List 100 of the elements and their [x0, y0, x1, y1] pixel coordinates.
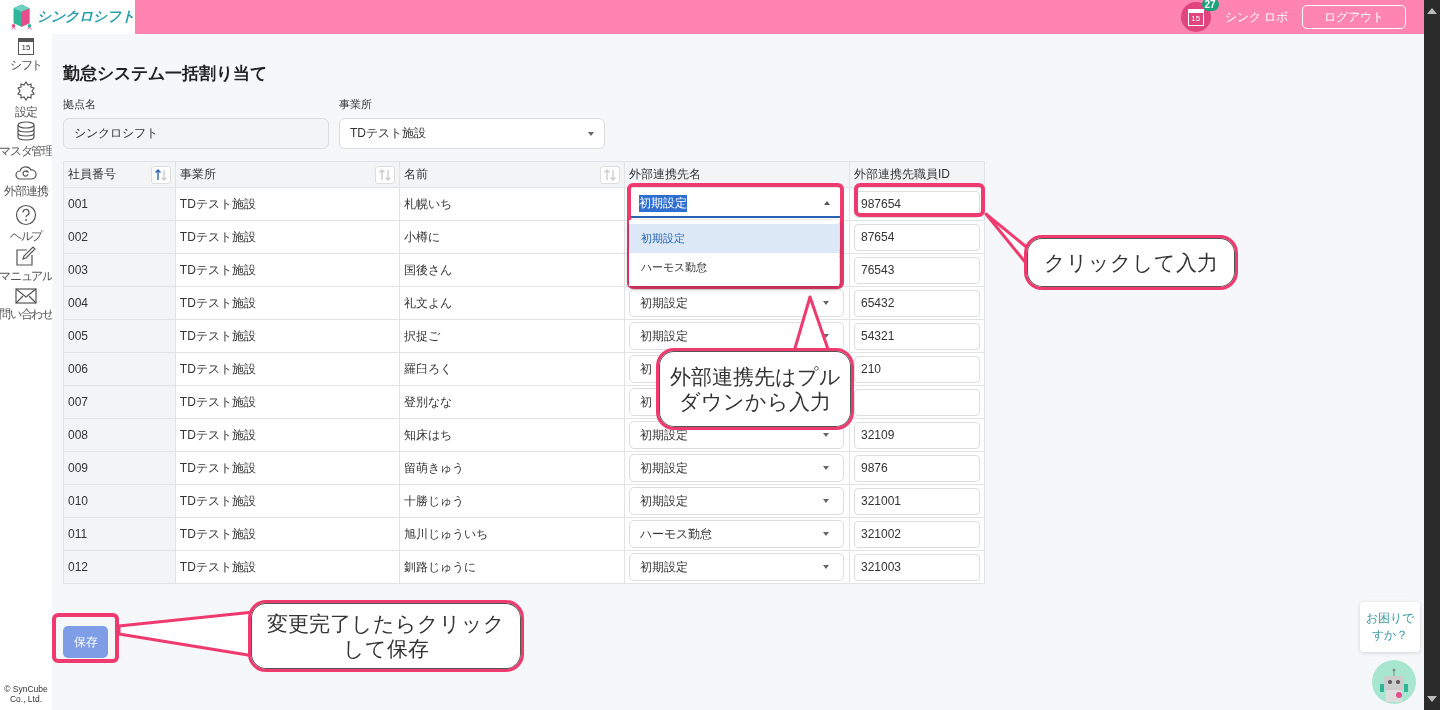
- office-select[interactable]: TDテスト施設: [339, 118, 605, 149]
- page-title: 勤怠システム一括割り当て: [63, 63, 268, 85]
- input-field[interactable]: 76543: [853, 256, 980, 284]
- table-cell: 礼文よん: [399, 286, 625, 320]
- table-cell: 007: [63, 385, 176, 419]
- table-cell: 012: [63, 550, 176, 584]
- database-icon: [16, 121, 36, 142]
- table-cell: 小樽に: [399, 220, 625, 254]
- logo-text: シンクロシフト: [37, 8, 135, 26]
- select-value: 初期設定: [640, 327, 688, 345]
- table-cell: 留萌きゅう: [399, 451, 625, 485]
- dropdown-option[interactable]: ハーモス勤怠: [629, 253, 839, 282]
- select-field[interactable]: ハーモス勤怠: [629, 520, 844, 548]
- table-cell: 001: [63, 187, 176, 221]
- highlight-frame: [52, 613, 119, 663]
- table-cell: 005: [63, 319, 176, 353]
- base-name-field[interactable]: シンクロシフト: [63, 118, 329, 149]
- table-cell: TDテスト施設: [175, 253, 400, 287]
- field-label: 拠点名: [63, 97, 97, 112]
- sort-icon[interactable]: [150, 165, 171, 184]
- table-cell: 006: [63, 352, 176, 386]
- caret-icon: [823, 466, 829, 470]
- mail-icon: [15, 287, 37, 304]
- table-cell: 十勝じゅう: [399, 484, 625, 518]
- table-cell: 003: [63, 253, 176, 287]
- sidebar-item[interactable]: 外部連携: [4, 162, 48, 205]
- table-cell: 008: [63, 418, 176, 452]
- input-field[interactable]: 321003: [853, 553, 980, 581]
- select-value: 初期設定: [640, 558, 688, 576]
- table-cell: TDテスト施設: [175, 451, 400, 485]
- input-field[interactable]: 87654: [853, 223, 980, 251]
- table-cell: 登別なな: [399, 385, 625, 419]
- table-cell: TDテスト施設: [175, 517, 400, 551]
- input-field[interactable]: 321001: [853, 487, 980, 515]
- select-value: 初: [640, 393, 652, 411]
- logo-icon: [10, 2, 33, 32]
- column-title: 名前: [404, 166, 429, 183]
- table-cell: 国後さん: [399, 253, 625, 287]
- calendar-icon: 15: [18, 38, 34, 55]
- scrollbar[interactable]: [1424, 0, 1440, 710]
- caret-icon: [824, 201, 830, 205]
- table-cell: TDテスト施設: [175, 220, 400, 254]
- caret-icon: [823, 301, 829, 305]
- table-cell: TDテスト施設: [175, 418, 400, 452]
- caret-icon: [823, 532, 829, 536]
- select-value: 初期設定: [640, 492, 688, 510]
- sort-icon[interactable]: [375, 165, 396, 184]
- table-cell: 011: [63, 517, 176, 551]
- table-cell: TDテスト施設: [175, 187, 400, 221]
- input-field[interactable]: 32109: [853, 421, 980, 449]
- table-cell: TDテスト施設: [175, 550, 400, 584]
- table-cell: 010: [63, 484, 176, 518]
- input-field[interactable]: [853, 388, 980, 416]
- select-value: 初期設定: [640, 294, 688, 312]
- table-cell: TDテスト施設: [175, 319, 400, 353]
- select-value: 初期設定: [640, 459, 688, 477]
- table-cell: 羅臼ろく: [399, 352, 625, 386]
- sidebar-item[interactable]: 問い合わせ: [0, 287, 53, 330]
- table-cell: TDテスト施設: [175, 385, 400, 419]
- table-cell: 知床はち: [399, 418, 625, 452]
- help-bubble[interactable]: お困りですか？: [1360, 602, 1420, 652]
- table-cell: TDテスト施設: [175, 286, 400, 320]
- input-field[interactable]: 54321: [853, 322, 980, 350]
- copyright-text: © SynCube Co., Ltd.: [3, 684, 49, 706]
- caret-icon: [588, 131, 594, 136]
- dropdown-option[interactable]: 初期設定: [629, 224, 839, 253]
- sidebar-item[interactable]: 15 シフト: [9, 38, 43, 80]
- table-cell: 札幌いち: [399, 187, 625, 221]
- select-field[interactable]: 初期設定: [629, 553, 844, 581]
- table-cell: TDテスト施設: [175, 484, 400, 518]
- caret-icon: [823, 565, 829, 569]
- column-title: 外部連携先名: [629, 166, 701, 183]
- select-field[interactable]: 初期設定: [629, 487, 844, 515]
- table-cell: TDテスト施設: [175, 352, 400, 386]
- input-field[interactable]: 65432: [853, 289, 980, 317]
- column-title: 外部連携先職員ID: [853, 166, 950, 183]
- select-field[interactable]: 初期設定: [629, 454, 844, 482]
- robot-avatar-icon[interactable]: [1372, 660, 1416, 704]
- column-title: 事業所: [179, 166, 216, 183]
- input-field[interactable]: 210: [853, 355, 980, 383]
- table-cell: 旭川じゅういち: [399, 517, 625, 551]
- table-cell: 002: [63, 220, 176, 254]
- sidebar-item[interactable]: 設定: [15, 79, 37, 122]
- input-field[interactable]: 321002: [853, 520, 980, 548]
- gear-icon: [15, 79, 37, 102]
- sort-icon[interactable]: [600, 165, 620, 184]
- user-name: シンク ロボ: [1224, 8, 1288, 26]
- notification-badge: 27: [1201, 0, 1219, 11]
- help-icon: [15, 204, 37, 227]
- select-value: 初: [640, 360, 652, 378]
- select-value: 初期設定: [639, 194, 687, 212]
- sidebar-item[interactable]: ヘルプ: [9, 204, 43, 246]
- table-cell: 釧路じゅうに: [399, 550, 625, 584]
- table-cell: 004: [63, 286, 176, 320]
- select-value: ハーモス勤怠: [640, 525, 712, 543]
- caret-icon: [823, 499, 829, 503]
- field-label: 事業所: [339, 97, 373, 112]
- table-cell: 009: [63, 451, 176, 485]
- edit-icon: [15, 245, 37, 266]
- input-field[interactable]: 9876: [853, 454, 980, 482]
